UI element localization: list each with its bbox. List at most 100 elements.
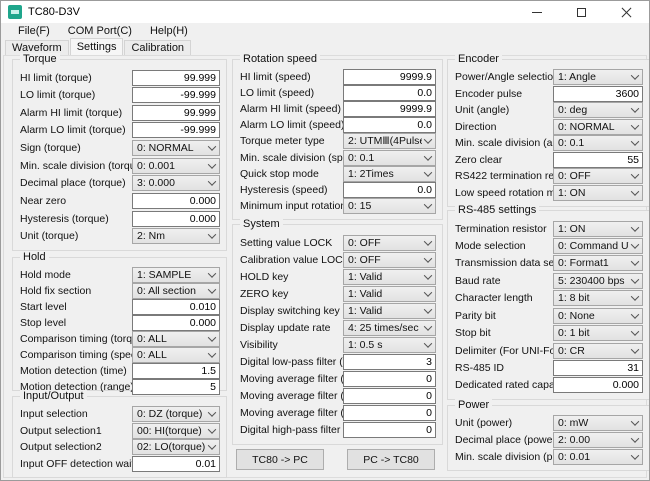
setting-row: Delimiter (For UNI-Format)0: CR [455, 342, 643, 359]
output-selection1-dropdown[interactable]: 00: HI(torque) [132, 423, 220, 439]
setting-value-lock-dropdown[interactable]: 0: OFF [343, 235, 436, 251]
sign-torque-dropdown[interactable]: 0: NORMAL [132, 140, 220, 156]
tc80-to-pc-button[interactable]: TC80 -> PC [236, 449, 324, 470]
motion-detection-range-input[interactable] [132, 379, 220, 395]
setting-row: Parity bit0: None [455, 307, 643, 324]
min-scale-division-power-dropdown[interactable]: 0: 0.01 [553, 449, 643, 465]
comparison-timing-torque-dropdown[interactable]: 0: ALL [132, 331, 220, 347]
hysteresis-torque-input[interactable] [132, 211, 220, 227]
dedicated-rated-capacity-input[interactable] [553, 377, 643, 393]
torque-meter-type-dropdown[interactable]: 2: UTMⅢ(4Pulses, [343, 133, 436, 149]
parity-bit-dropdown[interactable]: 0: None [553, 308, 643, 324]
decimal-place-torque-label: Decimal place (torque) [20, 177, 132, 189]
setting-value-lock-label: Setting value LOCK [240, 237, 343, 249]
power-angle-selection-dropdown[interactable]: 1: Angle [553, 69, 643, 85]
baud-rate-label: Baud rate [455, 275, 553, 287]
moving-average-filter-angle-label: Moving average filter (angle) [240, 407, 343, 419]
unit-torque-dropdown[interactable]: 2: Nm [132, 228, 220, 244]
menu-file[interactable]: File(F) [9, 24, 59, 38]
unit-angle-dropdown[interactable]: 0: deg [553, 102, 643, 118]
delimiter-for-uni-format-dropdown[interactable]: 0: CR [553, 343, 643, 359]
alarm-lo-limit-torque-input[interactable] [132, 122, 220, 138]
decimal-place-power-dropdown[interactable]: 2: 0.00 [553, 432, 643, 448]
hold-key-dropdown[interactable]: 1: Valid [343, 269, 436, 285]
tab-settings[interactable]: Settings [70, 38, 124, 55]
rs422-termination-resistor-dropdown[interactable]: 0: OFF [553, 168, 643, 184]
digital-high-pass-filter-torque-input[interactable] [343, 422, 436, 438]
minimum-input-rotation-speed-dropdown[interactable]: 0: 15 [343, 198, 436, 214]
min-scale-division-speed-dropdown[interactable]: 0: 0.1 [343, 150, 436, 166]
termination-resistor-dropdown[interactable]: 1: ON [553, 221, 643, 237]
sign-torque-label: Sign (torque) [20, 142, 132, 154]
hi-limit-torque-input[interactable] [132, 70, 220, 86]
dropdown-value: 0: None [558, 310, 629, 322]
input-selection-dropdown[interactable]: 0: DZ (torque) [132, 406, 220, 422]
comparison-timing-speed-dropdown[interactable]: 0: ALL [132, 347, 220, 363]
moving-average-filter-speed-input[interactable] [343, 388, 436, 404]
calibration-value-lock-dropdown[interactable]: 0: OFF [343, 252, 436, 268]
lo-limit-torque-input[interactable] [132, 87, 220, 103]
rs-485-id-input[interactable] [553, 360, 643, 376]
group-rotation-speed: Rotation speed HI limit (speed)LO limit … [232, 59, 443, 220]
zero-clear-input[interactable] [553, 152, 643, 168]
setting-row: Hysteresis (speed) [240, 182, 436, 198]
alarm-lo-limit-speed-input[interactable] [343, 117, 436, 133]
motion-detection-time-input[interactable] [132, 363, 220, 379]
min-scale-division-torque-dropdown[interactable]: 0: 0.001 [132, 158, 220, 174]
chevron-down-icon [424, 254, 432, 262]
tab-calibration[interactable]: Calibration [124, 40, 191, 55]
visibility-dropdown[interactable]: 1: 0.5 s [343, 337, 436, 353]
dropdown-value: 00: HI(torque) [137, 425, 206, 437]
alarm-hi-limit-speed-input[interactable] [343, 101, 436, 117]
stop-bit-dropdown[interactable]: 0: 1 bit [553, 325, 643, 341]
low-speed-rotation-mode-dropdown[interactable]: 1: ON [553, 185, 643, 201]
zero-key-dropdown[interactable]: 1: Valid [343, 286, 436, 302]
hi-limit-speed-input[interactable] [343, 69, 436, 85]
output-selection2-dropdown[interactable]: 02: LO(torque) [132, 439, 220, 455]
moving-average-filter-torque-input[interactable] [343, 371, 436, 387]
menu-help[interactable]: Help(H) [141, 24, 197, 38]
min-scale-division-angle-dropdown[interactable]: 0: 0.1 [553, 135, 643, 151]
calibration-value-lock-label: Calibration value LOCK [240, 254, 343, 266]
direction-dropdown[interactable]: 0: NORMAL [553, 119, 643, 135]
quick-stop-mode-dropdown[interactable]: 1: 2Times [343, 166, 436, 182]
unit-power-dropdown[interactable]: 0: mW [553, 415, 643, 431]
hold-mode-dropdown[interactable]: 1: SAMPLE [132, 267, 220, 283]
stop-level-input[interactable] [132, 315, 220, 331]
alarm-hi-limit-torque-input[interactable] [132, 105, 220, 121]
hysteresis-torque-label: Hysteresis (torque) [20, 213, 132, 225]
start-level-input[interactable] [132, 299, 220, 315]
minimize-button[interactable] [514, 1, 559, 23]
dropdown-value: 0: 0.01 [558, 451, 629, 463]
input-off-detection-wait-time-input[interactable] [132, 456, 220, 472]
character-length-dropdown[interactable]: 1: 8 bit [553, 290, 643, 306]
setting-row: Hysteresis (torque) [20, 210, 220, 227]
display-update-rate-dropdown[interactable]: 4: 25 times/sec [343, 320, 436, 336]
setting-row: Digital low-pass filter (torque) [240, 354, 436, 371]
moving-average-filter-angle-input[interactable] [343, 405, 436, 421]
decimal-place-torque-dropdown[interactable]: 3: 0.000 [132, 175, 220, 191]
maximize-button[interactable] [559, 1, 604, 23]
hold-fix-section-dropdown[interactable]: 0: All section [132, 283, 220, 299]
pc-to-tc80-button[interactable]: PC -> TC80 [347, 449, 435, 470]
hysteresis-speed-input[interactable] [343, 182, 436, 198]
setting-row: Min. scale division (speed)0: 0.1 [240, 150, 436, 166]
alarm-lo-limit-torque-label: Alarm LO limit (torque) [20, 124, 132, 136]
mode-selection-dropdown[interactable]: 0: Command UTM/ [553, 238, 643, 254]
baud-rate-dropdown[interactable]: 5: 230400 bps [553, 273, 643, 289]
lo-limit-speed-input[interactable] [343, 85, 436, 101]
display-switching-key-dropdown[interactable]: 1: Valid [343, 303, 436, 319]
digital-low-pass-filter-torque-input[interactable] [343, 354, 436, 370]
dropdown-value: 1: 8 bit [558, 292, 629, 304]
chevron-down-icon [631, 187, 639, 195]
setting-row: LO limit (speed) [240, 85, 436, 101]
dropdown-value: 5: 230400 bps [558, 275, 629, 287]
min-scale-division-speed-label: Min. scale division (speed) [240, 152, 343, 164]
menu-com-port[interactable]: COM Port(C) [59, 24, 141, 38]
chevron-down-icon [208, 160, 216, 168]
transmission-data-selection-dropdown[interactable]: 0: Format1 [553, 255, 643, 271]
near-zero-input[interactable] [132, 193, 220, 209]
encoder-pulse-input[interactable] [553, 86, 643, 102]
output-selection1-label: Output selection1 [20, 425, 132, 437]
close-button[interactable] [604, 1, 649, 23]
